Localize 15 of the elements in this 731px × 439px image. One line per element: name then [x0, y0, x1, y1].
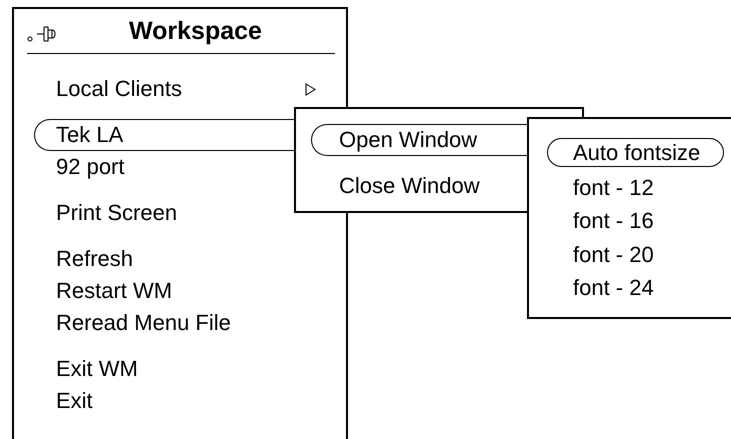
- menu-item[interactable]: Refresh: [34, 243, 346, 275]
- submenu-item[interactable]: font - 12: [547, 171, 731, 204]
- menu-item[interactable]: Exit WM: [34, 353, 346, 385]
- submenu-item[interactable]: Auto fontsize: [547, 138, 724, 167]
- submenu-item[interactable]: font - 16: [547, 204, 731, 238]
- submenu-item[interactable]: font - 24: [547, 272, 731, 305]
- submenu-arrow-icon: [305, 82, 316, 96]
- menu-item[interactable]: Print Screen: [34, 197, 296, 229]
- menu-item[interactable]: Reread Menu File: [34, 307, 346, 339]
- menu-item[interactable]: Exit: [34, 385, 346, 417]
- submenu-item[interactable]: font - 20: [547, 238, 731, 272]
- menu-item[interactable]: Restart WM: [34, 275, 346, 307]
- menu-title: Workspace: [129, 16, 262, 46]
- menu-item[interactable]: Local Clients: [34, 73, 346, 105]
- menu-item[interactable]: 92 port: [34, 151, 296, 183]
